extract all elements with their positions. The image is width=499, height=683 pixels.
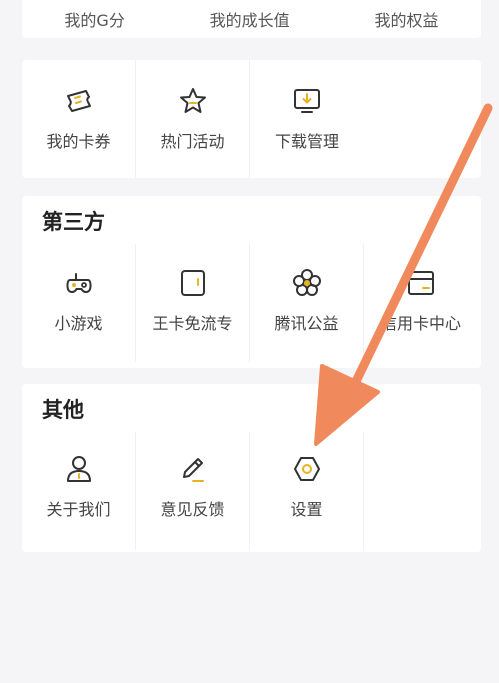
stats-card: 我的G分 我的成长值 我的权益 [22,0,481,38]
credit-card-icon [404,266,438,300]
feedback-label: 意见反馈 [160,500,225,519]
feedback-item[interactable]: 意见反馈 [136,432,250,550]
download-management-label: 下载管理 [274,132,339,151]
credit-card-center-item[interactable]: 信用卡中心 [364,244,478,362]
flower-icon [290,266,324,300]
download-management-item[interactable]: 下载管理 [250,60,364,178]
tencent-charity-label: 腾讯公益 [274,314,339,333]
settings-item[interactable]: 设置 [250,432,364,550]
download-monitor-icon [290,84,324,118]
wangka-free-traffic-item[interactable]: 王卡免流专 [136,244,250,362]
sim-card-icon [176,266,210,300]
empty-cell [364,432,478,550]
gamepad-icon [62,266,96,300]
star-icon [176,84,210,118]
ticket-icon [62,84,96,118]
my-rights-link[interactable]: 我的权益 [375,7,439,31]
about-us-label: 关于我们 [46,500,111,519]
hot-activities-item[interactable]: 热门活动 [136,60,250,178]
hexagon-settings-icon [290,452,324,486]
my-coupons-item[interactable]: 我的卡券 [22,60,136,178]
mini-games-item[interactable]: 小游戏 [22,244,136,362]
pencil-icon [176,452,210,486]
credit-card-center-label: 信用卡中心 [380,314,461,333]
third-party-card: 第三方 小游戏 王卡免流专 腾讯公益 信用卡中心 [22,196,481,368]
tencent-charity-item[interactable]: 腾讯公益 [250,244,364,362]
my-coupons-label: 我的卡券 [46,132,111,151]
person-icon [62,452,96,486]
third-party-title: 第三方 [42,210,105,234]
wangka-free-traffic-label: 王卡免流专 [152,314,233,333]
other-card: 其他 关于我们 意见反馈 设置 [22,384,481,552]
mini-games-label: 小游戏 [54,314,103,333]
about-us-item[interactable]: 关于我们 [22,432,136,550]
my-growth-value-link[interactable]: 我的成长值 [210,7,290,31]
other-title: 其他 [42,398,84,422]
hot-activities-label: 热门活动 [160,132,225,151]
tools-card: 我的卡券 热门活动 下载管理 [22,60,481,178]
settings-label: 设置 [290,500,323,519]
my-g-points-link[interactable]: 我的G分 [64,7,124,31]
